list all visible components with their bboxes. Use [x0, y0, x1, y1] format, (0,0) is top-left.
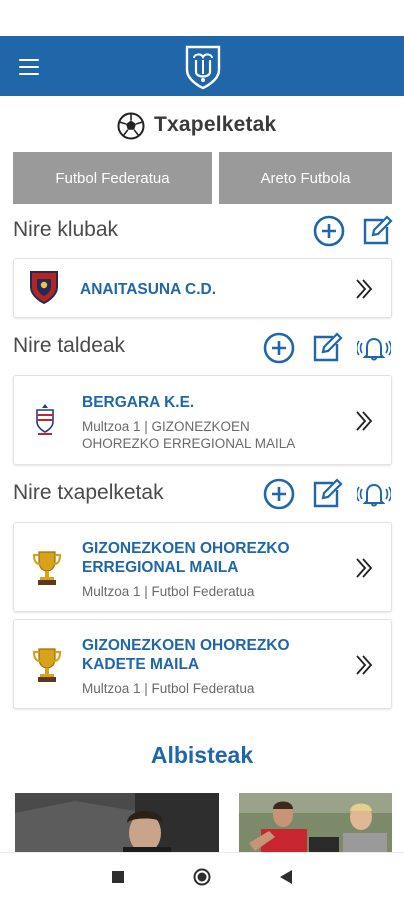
news-photo-person-icon	[15, 793, 219, 853]
page-title: Txapelketak	[154, 113, 277, 136]
club-name: ANAITASUNA C.D.	[80, 281, 217, 298]
system-navigation-bar	[0, 852, 404, 900]
news-section-title: Albisteak	[150, 742, 254, 768]
team-card-bergara[interactable]: BERGARA K.E. Multzoa 1 | GIZONEZKOEN OHO…	[13, 375, 392, 465]
trophy-icon	[32, 551, 62, 585]
section-title-teams: Nire taldeak	[13, 334, 126, 357]
tab-areto-futbola[interactable]: Areto Futbola	[219, 152, 392, 204]
edit-icon[interactable]	[359, 214, 393, 248]
chevron-double-right-icon[interactable]	[355, 410, 373, 432]
team-detail-line2: OHOREZKO ERREGIONAL MAILA	[82, 436, 296, 451]
news-photo-players-icon	[239, 793, 392, 853]
status-bar	[0, 0, 404, 36]
edit-icon[interactable]	[309, 477, 343, 511]
team-name: BERGARA K.E.	[82, 394, 195, 411]
team-detail-line1: Multzoa 1 | GIZONEZKOEN	[82, 419, 250, 434]
hamburger-menu-icon[interactable]	[19, 59, 39, 75]
edit-icon[interactable]	[309, 331, 343, 365]
chevron-double-right-icon[interactable]	[355, 278, 373, 300]
competition-detail: Multzoa 1 | Futbol Federatua	[82, 584, 255, 599]
news-thumbnail[interactable]	[15, 793, 219, 853]
recents-square-icon[interactable]	[112, 871, 124, 883]
notification-bell-icon[interactable]	[357, 477, 391, 511]
section-title-competitions: Nire txapelketak	[13, 481, 164, 504]
soccer-ball-icon	[117, 112, 145, 140]
competition-name-line2: ERREGIONAL MAILA	[82, 559, 239, 576]
club-shield-logo-icon[interactable]	[184, 44, 222, 90]
trophy-icon	[32, 648, 62, 682]
competition-card-erregional[interactable]: GIZONEZKOEN OHOREZKO ERREGIONAL MAILA Mu…	[13, 522, 392, 612]
home-circle-icon[interactable]	[193, 868, 211, 886]
notification-bell-icon[interactable]	[357, 331, 391, 365]
add-circle-icon[interactable]	[312, 214, 346, 248]
add-circle-icon[interactable]	[262, 331, 296, 365]
add-circle-icon[interactable]	[262, 477, 296, 511]
competition-card-kadete[interactable]: GIZONEZKOEN OHOREZKO KADETE MAILA Multzo…	[13, 619, 392, 709]
club-crest-icon	[30, 271, 58, 305]
back-triangle-icon[interactable]	[280, 870, 292, 884]
club-card-anaitasuna[interactable]: ANAITASUNA C.D.	[13, 258, 392, 318]
competition-name-line1: GIZONEZKOEN OHOREZKO	[82, 637, 290, 654]
chevron-double-right-icon[interactable]	[355, 654, 373, 676]
competition-detail: Multzoa 1 | Futbol Federatua	[82, 681, 255, 696]
news-thumbnail[interactable]	[239, 793, 392, 853]
chevron-double-right-icon[interactable]	[355, 557, 373, 579]
competition-name-line1: GIZONEZKOEN OHOREZKO	[82, 540, 290, 557]
team-crest-icon	[36, 404, 54, 435]
section-title-clubs: Nire klubak	[13, 218, 119, 241]
tab-futbol-federatua[interactable]: Futbol Federatua	[13, 152, 212, 204]
competition-name-line2: KADETE MAILA	[82, 656, 200, 673]
